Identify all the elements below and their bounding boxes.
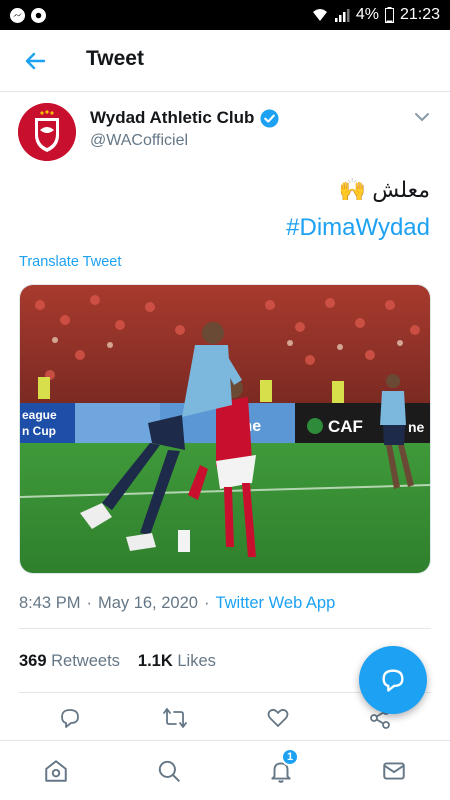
- banner-text-caf: CAF: [328, 417, 363, 436]
- search-icon[interactable]: [155, 757, 183, 785]
- banner-text-cup: n Cup: [22, 424, 56, 438]
- chat-notification-icon: [31, 7, 46, 23]
- home-icon[interactable]: [42, 757, 70, 785]
- avatar[interactable]: [18, 103, 76, 161]
- clock: 21:23: [399, 6, 440, 23]
- translate-tweet-link[interactable]: Translate Tweet: [19, 254, 121, 270]
- likes-stat[interactable]: 1.1K Likes: [138, 652, 216, 671]
- source-app-link[interactable]: Twitter Web App: [215, 594, 335, 613]
- top-app-bar: Tweet: [0, 30, 450, 92]
- author-handle[interactable]: @WACofficiel: [90, 132, 188, 150]
- likes-label: Likes: [177, 652, 216, 670]
- retweets-label: Retweets: [51, 652, 120, 670]
- verified-badge-icon: [260, 108, 279, 128]
- messenger-icon: [10, 7, 25, 23]
- divider: [19, 628, 431, 629]
- reply-bubble-icon: [382, 669, 404, 692]
- notifications-badge: 1: [281, 748, 299, 766]
- wifi-icon: [312, 8, 328, 22]
- retweet-icon[interactable]: [162, 705, 188, 731]
- page-title: Tweet: [86, 47, 144, 70]
- retweets-stat[interactable]: 369 Retweets: [19, 652, 120, 671]
- separator-dot: ·: [86, 594, 92, 612]
- banner-text-league: eague: [22, 408, 57, 422]
- signal-icon: [334, 8, 350, 22]
- tweet-text: معلش: [372, 177, 430, 202]
- separator-dot: ·: [203, 594, 210, 612]
- battery-percentage: 4%: [355, 6, 379, 23]
- engagement-stats: 369 Retweets 1.1K Likes: [19, 652, 216, 671]
- reply-icon[interactable]: [57, 705, 83, 731]
- status-bar: 4% 21:23: [0, 0, 450, 30]
- tweet-photo[interactable]: eague n Cup me CAF ne: [19, 284, 431, 574]
- compose-reply-button[interactable]: [359, 646, 427, 714]
- bottom-navigation: [0, 740, 450, 800]
- battery-icon: [384, 7, 394, 23]
- likes-count: 1.1K: [137, 652, 173, 670]
- tweet-text-line: 🙌 معلش: [339, 177, 430, 203]
- author-name[interactable]: Wydad Athletic Club: [90, 108, 279, 128]
- banner-text-ne: ne: [408, 419, 425, 435]
- raising-hands-emoji: 🙌: [338, 177, 367, 202]
- back-arrow-icon[interactable]: [22, 48, 48, 74]
- hashtag-link[interactable]: #DimaWydad: [286, 214, 430, 242]
- messages-mail-icon[interactable]: [380, 757, 408, 785]
- like-heart-icon[interactable]: [265, 705, 291, 731]
- retweets-count: 369: [19, 652, 47, 670]
- football-match-photo: eague n Cup me CAF ne: [20, 285, 430, 573]
- chevron-down-icon[interactable]: [412, 107, 432, 127]
- tweet-timestamp: 8:43 PM · May 16, 2020 · Twitter Web App: [19, 594, 335, 613]
- author-name-text: Wydad Athletic Club: [90, 108, 255, 127]
- tweet-date: May 16, 2020: [97, 594, 198, 612]
- tweet-time: 8:43 PM: [19, 594, 81, 612]
